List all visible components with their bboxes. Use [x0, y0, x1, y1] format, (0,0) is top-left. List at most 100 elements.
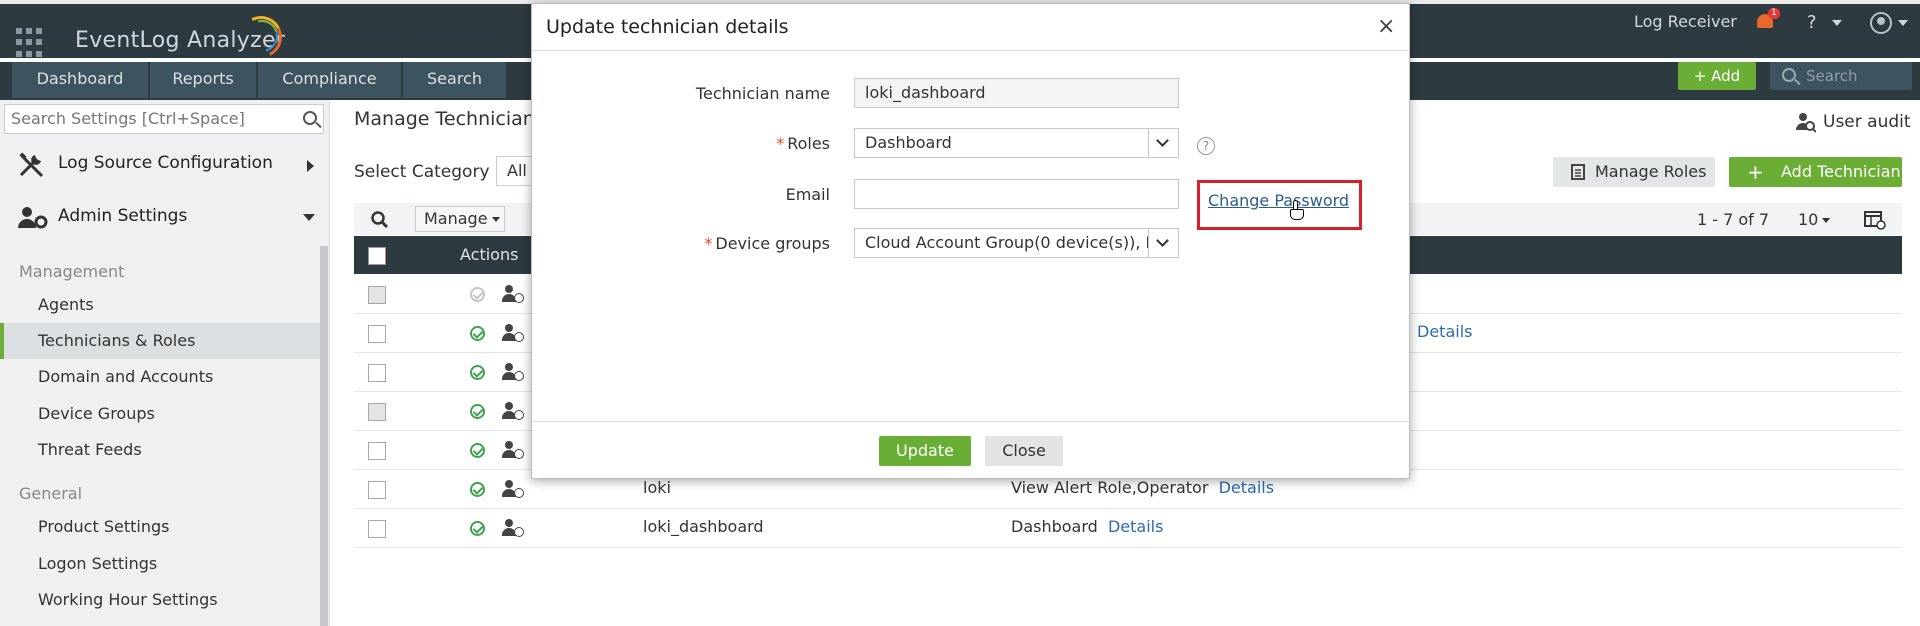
tab-reports[interactable]: Reports [150, 62, 257, 98]
technician-roles: View Alert Role,Operator Details [1011, 478, 1274, 497]
sidebar-group-log-source[interactable]: Log Source Configuration [0, 140, 330, 190]
technician-name: loki [643, 478, 671, 497]
technician-name: loki_dashboard [643, 517, 764, 536]
per-page-value: 10 [1798, 210, 1819, 229]
sidebar-item-product-settings[interactable]: Product Settings [0, 509, 320, 545]
tab-search[interactable]: Search [403, 62, 507, 98]
log-receiver-link[interactable]: Log Receiver [1634, 12, 1737, 38]
tab-dashboard[interactable]: Dashboard [12, 62, 149, 98]
chevron-down-icon [1156, 234, 1169, 247]
modal-title: Update technician details [546, 16, 789, 38]
user-schedule-icon[interactable] [502, 519, 526, 539]
plus-icon: + [1747, 160, 1764, 184]
sidebar-item-working-hour-settings[interactable]: Working Hour Settings [0, 582, 320, 618]
device-groups-value: Cloud Account Group(0 device(s)), De [865, 233, 1168, 252]
details-link[interactable]: Details [1108, 517, 1163, 536]
sidebar-group-label: Log Source Configuration [58, 153, 273, 173]
details-link[interactable]: Details [1417, 322, 1472, 341]
sidebar-item-agents[interactable]: Agents [0, 287, 320, 323]
user-menu-chevron-icon[interactable] [1898, 20, 1908, 26]
select-category-label: Select Category [354, 162, 490, 182]
status-enabled-icon[interactable] [470, 482, 485, 497]
add-button[interactable]: + Add [1678, 62, 1756, 90]
sidebar-scrollbar[interactable] [320, 246, 328, 626]
user-schedule-icon[interactable] [502, 285, 526, 305]
update-button[interactable]: Update [879, 436, 971, 466]
document-icon [1571, 164, 1585, 180]
manage-dropdown[interactable]: Manage [415, 206, 505, 232]
status-enabled-icon[interactable] [470, 521, 485, 536]
sidebar-item-domain-accounts[interactable]: Domain and Accounts [0, 359, 320, 395]
sidebar-section-general: General [19, 484, 83, 503]
device-groups-label: * Device groups [704, 234, 830, 253]
close-button[interactable]: Close [985, 436, 1063, 466]
row-checkbox[interactable] [368, 364, 386, 382]
divider [532, 421, 1409, 422]
tools-icon [19, 152, 44, 178]
roles-text: View Alert Role,Operator [1011, 478, 1209, 497]
close-icon[interactable]: × [1377, 16, 1395, 38]
sidebar-group-admin-settings[interactable]: Admin Settings [0, 193, 330, 243]
technician-name-field[interactable]: loki_dashboard [854, 78, 1179, 108]
device-groups-select[interactable]: Cloud Account Group(0 device(s)), De [854, 228, 1179, 258]
user-profile-icon[interactable] [1870, 12, 1892, 34]
sidebar-group-label: Admin Settings [58, 206, 188, 226]
device-groups-dropdown-toggle[interactable] [1148, 229, 1178, 257]
roles-select[interactable]: Dashboard [854, 128, 1179, 158]
row-checkbox[interactable] [368, 325, 386, 343]
sidebar-item-logon-settings[interactable]: Logon Settings [0, 546, 320, 582]
update-technician-modal: Update technician details × Technician n… [531, 3, 1410, 479]
tab-compliance[interactable]: Compliance [258, 62, 402, 98]
manage-roles-button[interactable]: Manage Roles [1553, 157, 1715, 187]
user-schedule-icon[interactable] [502, 324, 526, 344]
roles-dropdown-toggle[interactable] [1148, 129, 1178, 157]
help-icon: ? [1807, 12, 1817, 33]
row-checkbox[interactable] [368, 442, 386, 460]
user-schedule-icon[interactable] [502, 480, 526, 500]
user-schedule-icon[interactable] [502, 363, 526, 383]
sidebar-item-device-groups[interactable]: Device Groups [0, 396, 320, 432]
status-disabled-icon [470, 287, 485, 302]
help-icon[interactable]: ? [1197, 137, 1215, 155]
technician-name-label: Technician name [695, 84, 830, 103]
pagination-info: 1 - 7 of 7 [1697, 210, 1770, 229]
settings-search-input[interactable]: Search Settings [Ctrl+Space] [4, 104, 324, 134]
chevron-down-icon [1822, 218, 1831, 223]
chevron-down-icon [1832, 20, 1843, 26]
status-enabled-icon[interactable] [470, 365, 485, 380]
table-search-icon[interactable] [370, 210, 390, 230]
manage-roles-label: Manage Roles [1595, 162, 1707, 181]
status-enabled-icon[interactable] [470, 443, 485, 458]
device-groups-label-text: Device groups [715, 234, 830, 253]
details-link[interactable]: Details [1219, 478, 1274, 497]
chevron-down-icon [491, 217, 500, 222]
app-grid-icon[interactable] [16, 28, 46, 58]
row-checkbox[interactable] [368, 520, 386, 538]
change-password-link[interactable]: Change Password [1208, 191, 1349, 210]
change-password-highlight: Change Password [1197, 180, 1362, 230]
category-select[interactable]: All [496, 156, 536, 186]
divider [532, 50, 1409, 51]
hand-pointer-cursor-icon [1289, 200, 1305, 222]
notification-bell-icon[interactable]: 1 [1755, 8, 1780, 32]
rows-per-page-select[interactable]: 10 [1798, 210, 1831, 229]
collapse-down-icon [303, 214, 315, 221]
column-chooser-icon[interactable] [1864, 210, 1886, 230]
email-field[interactable] [854, 179, 1179, 209]
technician-roles: Dashboard Details [1011, 517, 1163, 536]
user-schedule-icon[interactable] [502, 441, 526, 461]
sidebar-item-threat-feeds[interactable]: Threat Feeds [0, 432, 320, 468]
status-enabled-icon[interactable] [470, 326, 485, 341]
table-row: loki_dashboard Dashboard Details [354, 509, 1902, 548]
add-technician-button[interactable]: + Add Technician [1729, 157, 1902, 187]
chevron-down-icon [1156, 134, 1169, 147]
roles-text: Dashboard [1011, 517, 1098, 536]
sidebar-item-technicians-roles[interactable]: Technicians & Roles [0, 323, 320, 359]
user-audit-link[interactable]: User audit [1823, 112, 1911, 132]
help-menu[interactable]: ? [1807, 12, 1843, 38]
select-all-checkbox[interactable] [368, 247, 386, 265]
status-enabled-icon[interactable] [470, 404, 485, 419]
row-checkbox[interactable] [368, 481, 386, 499]
user-schedule-icon[interactable] [502, 402, 526, 422]
search-icon [1782, 68, 1796, 82]
